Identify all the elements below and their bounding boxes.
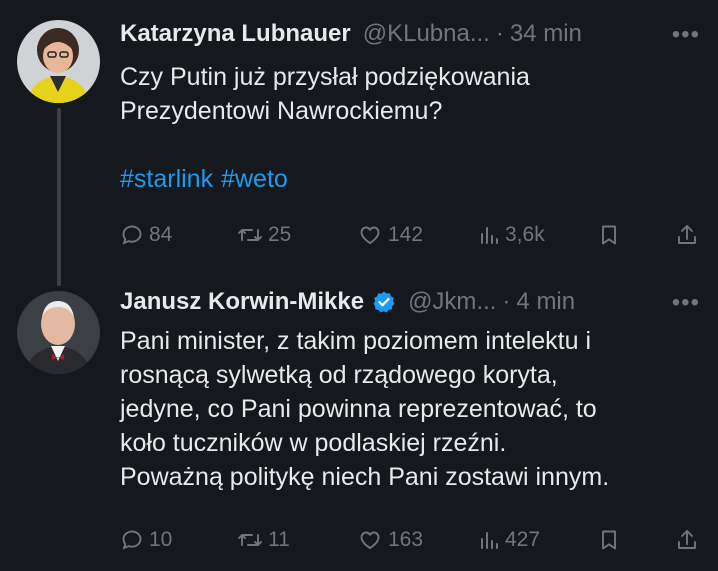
timestamp[interactable]: 4 min (516, 288, 575, 316)
reply-button[interactable]: 10 (120, 525, 172, 555)
tweet-header: Katarzyna Lubnauer @KLubna... · 34 min •… (120, 19, 700, 49)
action-bar: 84 25 142 3,6k (120, 220, 700, 250)
repost-button[interactable]: 25 (237, 220, 291, 250)
reply-icon (122, 530, 142, 550)
author-handle[interactable]: @Jkm... (408, 288, 496, 316)
bookmark-icon (602, 530, 616, 550)
tweet-text-line: koło tuczników w podlaskiej rzeźni. (120, 429, 507, 457)
views-button[interactable]: 3,6k (478, 220, 545, 250)
share-button[interactable] (676, 220, 703, 250)
thread-line (57, 108, 61, 286)
separator: · (502, 288, 511, 315)
tweet-header: Janusz Korwin-Mikke @Jkm... · 4 min ••• (120, 287, 700, 317)
share-icon (678, 225, 696, 244)
like-icon (360, 531, 380, 549)
more-icon[interactable]: ••• (672, 289, 700, 317)
tweet-text-line: jedyne, co Pani powinna reprezentować, t… (120, 395, 597, 423)
like-button[interactable]: 163 (357, 525, 423, 555)
reply-count: 10 (149, 528, 173, 551)
hashtags: #starlink #weto (120, 162, 698, 196)
reply-icon (122, 225, 142, 245)
avatar[interactable] (17, 20, 100, 103)
views-icon (481, 532, 498, 549)
repost-count: 25 (268, 223, 292, 246)
like-count: 142 (388, 223, 424, 246)
share-button[interactable] (676, 525, 703, 555)
repost-icon (238, 229, 262, 241)
repost-button[interactable]: 11 (237, 525, 290, 555)
author-handle[interactable]: @KLubna... (363, 20, 490, 48)
hashtag-link[interactable]: #starlink (120, 165, 213, 193)
tweet-text: Czy Putin już przysłał podziękowania Pre… (120, 60, 698, 196)
tweet-text-line: Pani minister, z takim poziomem intelekt… (120, 327, 592, 355)
avatar[interactable] (17, 291, 100, 374)
hashtag-link[interactable]: #weto (221, 165, 288, 193)
tweet-korwin-mikke[interactable]: Janusz Korwin-Mikke @Jkm... · 4 min ••• … (0, 285, 718, 571)
author-name[interactable]: Janusz Korwin-Mikke (120, 288, 364, 316)
views-count: 3,6k (505, 223, 545, 246)
tweet-lubnauer[interactable]: Katarzyna Lubnauer @KLubna... · 34 min •… (0, 0, 718, 286)
bookmark-button[interactable] (598, 525, 625, 555)
reply-button[interactable]: 84 (120, 220, 172, 250)
tweet-text-line: rosnącą sylwetką od rządowego koryta, (120, 361, 558, 389)
more-icon[interactable]: ••• (672, 21, 700, 49)
bookmark-icon (602, 225, 616, 245)
like-icon (360, 226, 380, 244)
action-bar: 10 11 163 427 (120, 525, 700, 555)
views-button[interactable]: 427 (478, 525, 540, 555)
verified-badge-icon (372, 290, 396, 314)
share-icon (678, 530, 696, 549)
separator: · (495, 20, 504, 47)
repost-count: 11 (268, 528, 290, 551)
tweet-text-line: Prezydentowi Nawrockiemu? (120, 97, 443, 125)
timestamp[interactable]: 34 min (510, 20, 582, 48)
reply-count: 84 (149, 223, 173, 246)
repost-icon (238, 534, 262, 546)
tweet-text-line: Poważną politykę niech Pani zostawi inny… (120, 463, 610, 491)
like-button[interactable]: 142 (357, 220, 423, 250)
tweet-text-line: Czy Putin już przysłał podziękowania (120, 63, 530, 91)
bookmark-button[interactable] (598, 220, 625, 250)
author-name[interactable]: Katarzyna Lubnauer (120, 20, 351, 48)
views-icon (481, 227, 498, 244)
views-count: 427 (505, 528, 541, 551)
tweet-text: Pani minister, z takim poziomem intelekt… (120, 324, 698, 494)
like-count: 163 (388, 528, 424, 551)
